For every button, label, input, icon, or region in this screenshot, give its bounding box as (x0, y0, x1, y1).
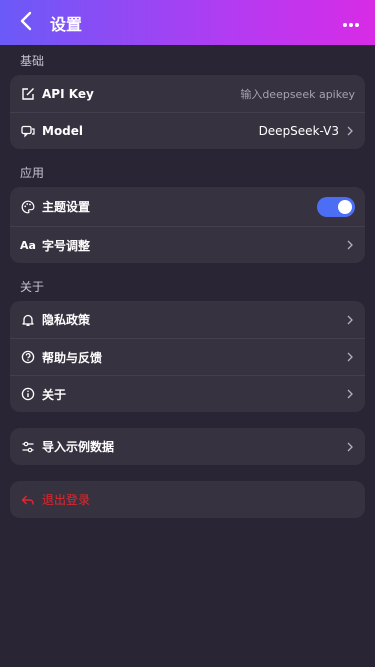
font-size-row[interactable]: Aa 字号调整 (10, 226, 365, 263)
privacy-label: 隐私政策 (42, 313, 91, 327)
api-key-row[interactable]: API Key 输入deepseek apikey (10, 75, 365, 112)
logout-label: 退出登录 (42, 493, 91, 507)
chevron-right-icon (345, 389, 355, 399)
chevron-right-icon (345, 126, 355, 136)
card-logout: 退出登录 (10, 481, 365, 518)
more-horizontal-icon (342, 13, 360, 32)
edit-icon (20, 86, 36, 102)
card-app: 主题设置 Aa 字号调整 (10, 187, 365, 263)
model-row[interactable]: Model DeepSeek-V3 (10, 112, 365, 149)
theme-label: 主题设置 (42, 200, 91, 214)
api-key-input[interactable]: 输入deepseek apikey (240, 86, 355, 102)
back-button[interactable] (6, 0, 46, 45)
import-label: 导入示例数据 (42, 440, 115, 454)
header-bar: 设置 (0, 0, 375, 45)
chevron-right-icon (345, 352, 355, 362)
info-circle-icon (20, 386, 36, 402)
font-size-label: 字号调整 (42, 238, 91, 253)
theme-row[interactable]: 主题设置 (10, 187, 365, 226)
chevron-right-icon (345, 315, 355, 325)
card-basic: API Key 输入deepseek apikey Model DeepSeek… (10, 75, 365, 149)
section-title-about: 关于 (20, 280, 45, 294)
font-size-icon: Aa (20, 238, 36, 252)
privacy-row[interactable]: 隐私政策 (10, 301, 365, 338)
model-value: DeepSeek-V3 (258, 124, 339, 138)
section-title-basic: 基础 (20, 54, 45, 68)
api-key-label: API Key (42, 86, 94, 101)
page-title: 设置 (50, 14, 83, 34)
chevron-right-icon (345, 442, 355, 452)
toggle-knob (338, 199, 352, 214)
help-label: 帮助与反馈 (42, 350, 103, 365)
about-row[interactable]: 关于 (10, 375, 365, 412)
chevron-left-icon (19, 11, 33, 35)
sliders-icon (20, 439, 36, 455)
section-title-app: 应用 (20, 166, 45, 180)
more-button[interactable] (339, 12, 363, 32)
help-row[interactable]: 帮助与反馈 (10, 338, 365, 375)
palette-icon (20, 199, 36, 215)
card-import: 导入示例数据 (10, 428, 365, 465)
card-about: 隐私政策 帮助与反馈 关于 (10, 301, 365, 412)
chat-bubbles-icon (20, 123, 36, 139)
model-label: Model (42, 124, 84, 138)
about-label: 关于 (42, 387, 67, 402)
theme-toggle[interactable] (317, 196, 355, 217)
question-circle-icon (20, 349, 36, 365)
chevron-right-icon (345, 240, 355, 250)
logout-arrow-icon (20, 492, 36, 508)
bell-icon (20, 312, 36, 328)
import-row[interactable]: 导入示例数据 (10, 428, 365, 465)
logout-button[interactable]: 退出登录 (10, 481, 365, 518)
